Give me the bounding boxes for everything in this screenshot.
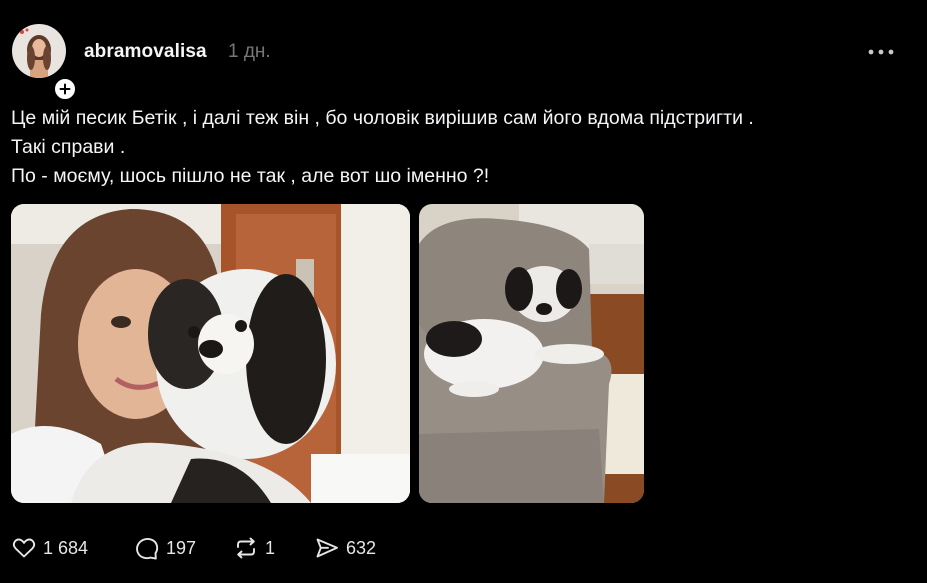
like-count: 1 684	[43, 537, 89, 558]
avatar-image	[12, 24, 66, 78]
comment-icon	[136, 538, 159, 560]
share-count: 632	[346, 537, 377, 558]
username[interactable]: abramovalisa	[84, 41, 207, 63]
like-button[interactable]: 1 684	[11, 530, 88, 566]
repost-button[interactable]: 1	[233, 530, 275, 566]
send-icon	[316, 538, 338, 558]
photo-dog-on-armchair[interactable]	[419, 204, 644, 503]
avatar[interactable]	[12, 24, 77, 101]
reply-button[interactable]: 197	[134, 530, 196, 566]
post-time[interactable]: 1 дн.	[228, 41, 271, 63]
heart-icon	[12, 538, 36, 558]
more-options-button[interactable]	[862, 40, 900, 64]
post-text-line: Це мій песик Бетік , і далі теж він , бо…	[11, 107, 754, 129]
more-dots-icon	[868, 49, 894, 55]
repost-count: 1	[265, 537, 276, 558]
post-header: abramovalisa 1 дн.	[0, 0, 927, 101]
post-actions: 1 684 197 1 632	[0, 530, 927, 566]
post-text-line: По - моєму, шось пішло не так , але вот …	[11, 165, 490, 187]
post-text-line: Такі справи .	[11, 136, 126, 158]
repost-icon	[237, 537, 255, 559]
post-text: Це мій песик Бетік , і далі теж він , бо…	[11, 104, 911, 191]
photo-woman-with-dog-image	[11, 204, 410, 503]
photo-woman-with-dog[interactable]	[11, 204, 410, 503]
follow-button[interactable]	[53, 77, 77, 101]
reply-count: 197	[166, 537, 197, 558]
plus-icon	[59, 83, 71, 95]
photo-dog-on-armchair-image	[419, 204, 644, 503]
share-button[interactable]: 632	[314, 530, 376, 566]
